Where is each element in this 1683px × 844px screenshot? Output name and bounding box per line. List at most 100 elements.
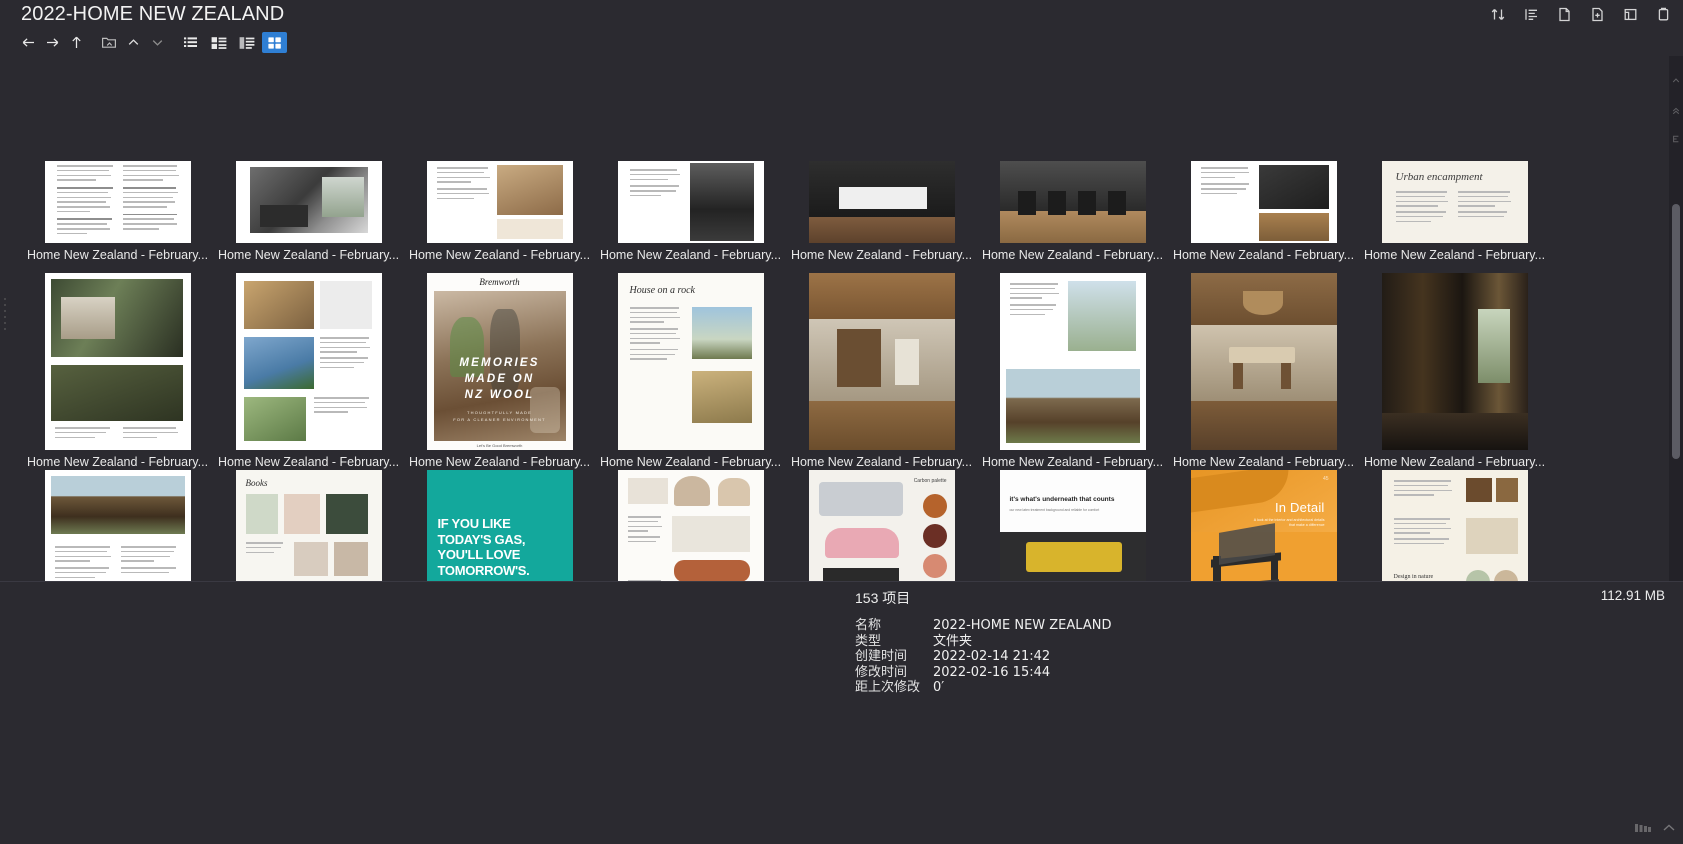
list-item-label: Home New Zealand - February... [981, 248, 1164, 262]
list-item[interactable]: Carbon palette Simone [786, 470, 977, 581]
page-heading: Books [245, 478, 268, 488]
meta-value-created: 2022-02-14 21:42 [933, 649, 1051, 665]
info-panel: 153 项目 112.91 MB 名称 2022-HOME NEW ZEALAN… [0, 581, 1683, 844]
list-item[interactable]: Home New Zealand - February... [22, 56, 213, 263]
list-item[interactable]: Home New Zealand - February... [1168, 56, 1359, 263]
page-title: 2022-HOME NEW ZEALAND [21, 3, 285, 25]
page-heading: Urban encampment [1395, 171, 1483, 183]
list-item[interactable]: Home New Zealand - February... [213, 263, 404, 470]
scroll-chevron-double-up-icon[interactable] [1671, 104, 1681, 117]
collapse-button[interactable] [121, 32, 145, 54]
new-file-icon[interactable] [1555, 5, 1574, 24]
thumbnail [1190, 270, 1337, 450]
thumbnail: Urban encampment [1381, 161, 1528, 243]
thumbnail-grid-area[interactable]: Home New Zealand - February... Home New … [0, 56, 1664, 581]
page-text-dark-photo [617, 161, 764, 243]
list-item[interactable]: Home New Zealand - February... [1359, 263, 1550, 470]
navigation-toolbar [0, 29, 1683, 56]
scroll-page-icon[interactable] [1671, 132, 1681, 145]
folder-button[interactable] [97, 32, 121, 54]
list-item[interactable]: In Detail A look at the interior and arc… [1168, 470, 1359, 581]
clipboard-icon[interactable] [1654, 5, 1673, 24]
list-item[interactable]: Design in nature [1359, 470, 1550, 581]
page-photo-bw-interior [235, 161, 382, 243]
ad-footer: Let's Be Good Bremworth [476, 443, 523, 448]
thumbnail [235, 161, 382, 243]
thumbnail: IF YOU LIKE TODAY'S GAS, YOU'LL LOVE TOMORR… [426, 470, 573, 581]
list-item-label: Home New Zealand - February... [1172, 455, 1355, 469]
thumbnail [617, 161, 764, 243]
list-item-label: Home New Zealand - February... [790, 248, 973, 262]
page-photo-bar-stools [999, 161, 1146, 243]
page-in-detail-orange: In Detail A look at the interior and arc… [1190, 470, 1337, 581]
thumbnail: Bremworth MEMORIES MADE ON NZ WOOL THOUGHT… [426, 270, 573, 450]
statusbar [1635, 819, 1677, 841]
list-item-label: Home New Zealand - February... [408, 455, 591, 469]
list-item[interactable]: Home New Zealand - February... [786, 56, 977, 263]
thumbnail [235, 270, 382, 450]
scrollbar-thumb[interactable] [1672, 204, 1680, 459]
view-grid[interactable] [262, 32, 287, 53]
page-photo-modern-home [235, 273, 382, 450]
brand-label: Bremworth [479, 277, 520, 287]
list-item[interactable]: Home New Zealand - February... [977, 56, 1168, 263]
thumbnail [44, 470, 191, 581]
list-item[interactable]: House on a rock Home New Zealand - Febru… [595, 263, 786, 470]
scroll-chevron-up-icon[interactable] [1671, 74, 1681, 87]
list-item[interactable]: IF YOU LIKE TODAY'S GAS, YOU'LL LOVE TOMORR… [404, 470, 595, 581]
list-item-label: Home New Zealand - February... [26, 248, 209, 262]
sort-icon[interactable] [1489, 5, 1508, 24]
up-button[interactable] [64, 32, 88, 54]
panel-icon[interactable] [1621, 5, 1640, 24]
list-item[interactable]: Home New Zealand - February... [977, 263, 1168, 470]
info-divider [0, 581, 1683, 582]
forward-button[interactable] [40, 32, 64, 54]
back-button[interactable] [16, 32, 40, 54]
thumbnail [617, 470, 764, 581]
add-page-icon[interactable] [1588, 5, 1607, 24]
page-ad-underneath-counts: it's what's underneath that counts our n… [999, 470, 1146, 581]
thumbnail [1381, 270, 1528, 450]
page-books: Books [235, 470, 382, 581]
meta-value-name: 2022-HOME NEW ZEALAND [933, 618, 1112, 633]
thumbnail [426, 161, 573, 243]
list-item-label: Home New Zealand - February... [1172, 248, 1355, 262]
meta-value-type: 文件夹 [933, 633, 973, 649]
list-item[interactable] [595, 470, 786, 581]
list-item[interactable]: Home New Zealand - February... [786, 263, 977, 470]
list-item-label: Home New Zealand - February... [1363, 248, 1546, 262]
view-details[interactable] [206, 32, 231, 53]
ad-subline: our new latex treatment background and r… [1009, 508, 1100, 512]
expand-panel-icon[interactable] [1661, 821, 1677, 839]
list-item[interactable]: Home New Zealand - February... [404, 56, 595, 263]
view-list[interactable] [178, 32, 203, 53]
thumbnail: House on a rock [617, 270, 764, 450]
page-photo-dark-hallway [1381, 273, 1528, 450]
list-item[interactable]: Books [213, 470, 404, 581]
meta-value-since: 0′ [933, 680, 945, 696]
page-photo-forest-house [44, 273, 191, 450]
list-item[interactable]: Bremworth MEMORIES MADE ON NZ WOOL THOUGHT… [404, 263, 595, 470]
list-item[interactable]: Home New Zealand - February... [1168, 263, 1359, 470]
list-item[interactable]: Home New Zealand - February... [595, 56, 786, 263]
thumbnail: Books [235, 470, 382, 581]
titlebar: 2022-HOME NEW ZEALAND [0, 0, 1683, 29]
expand-button[interactable] [145, 32, 169, 54]
thumbnail [1190, 161, 1337, 243]
list-item[interactable] [22, 470, 213, 581]
vertical-scrollbar[interactable] [1669, 56, 1683, 581]
page-photo-kitchen-dark [808, 161, 955, 243]
view-compact[interactable] [234, 32, 259, 53]
titlebar-icon-group [1489, 0, 1673, 29]
list-item-label: Home New Zealand - February... [217, 455, 400, 469]
thumbnail: Carbon palette Simone [808, 470, 955, 581]
list-item[interactable]: Urban encampment Home New Zealand - Febr… [1359, 56, 1550, 263]
list-item[interactable]: Home New Zealand - February... [213, 56, 404, 263]
metadata-table: 名称 2022-HOME NEW ZEALAND 类型 文件夹 创建时间 202… [855, 618, 1111, 696]
thumbnail-size-icon[interactable] [1635, 821, 1651, 839]
file-manager-window: 2022-HOME NEW ZEALAND Home New Zealand -… [0, 0, 1683, 844]
list-item[interactable]: Home New Zealand - February... [22, 263, 213, 470]
group-list-icon[interactable] [1522, 5, 1541, 24]
page-newsprint-objects [617, 470, 764, 581]
list-item[interactable]: it's what's underneath that counts our n… [977, 470, 1168, 581]
